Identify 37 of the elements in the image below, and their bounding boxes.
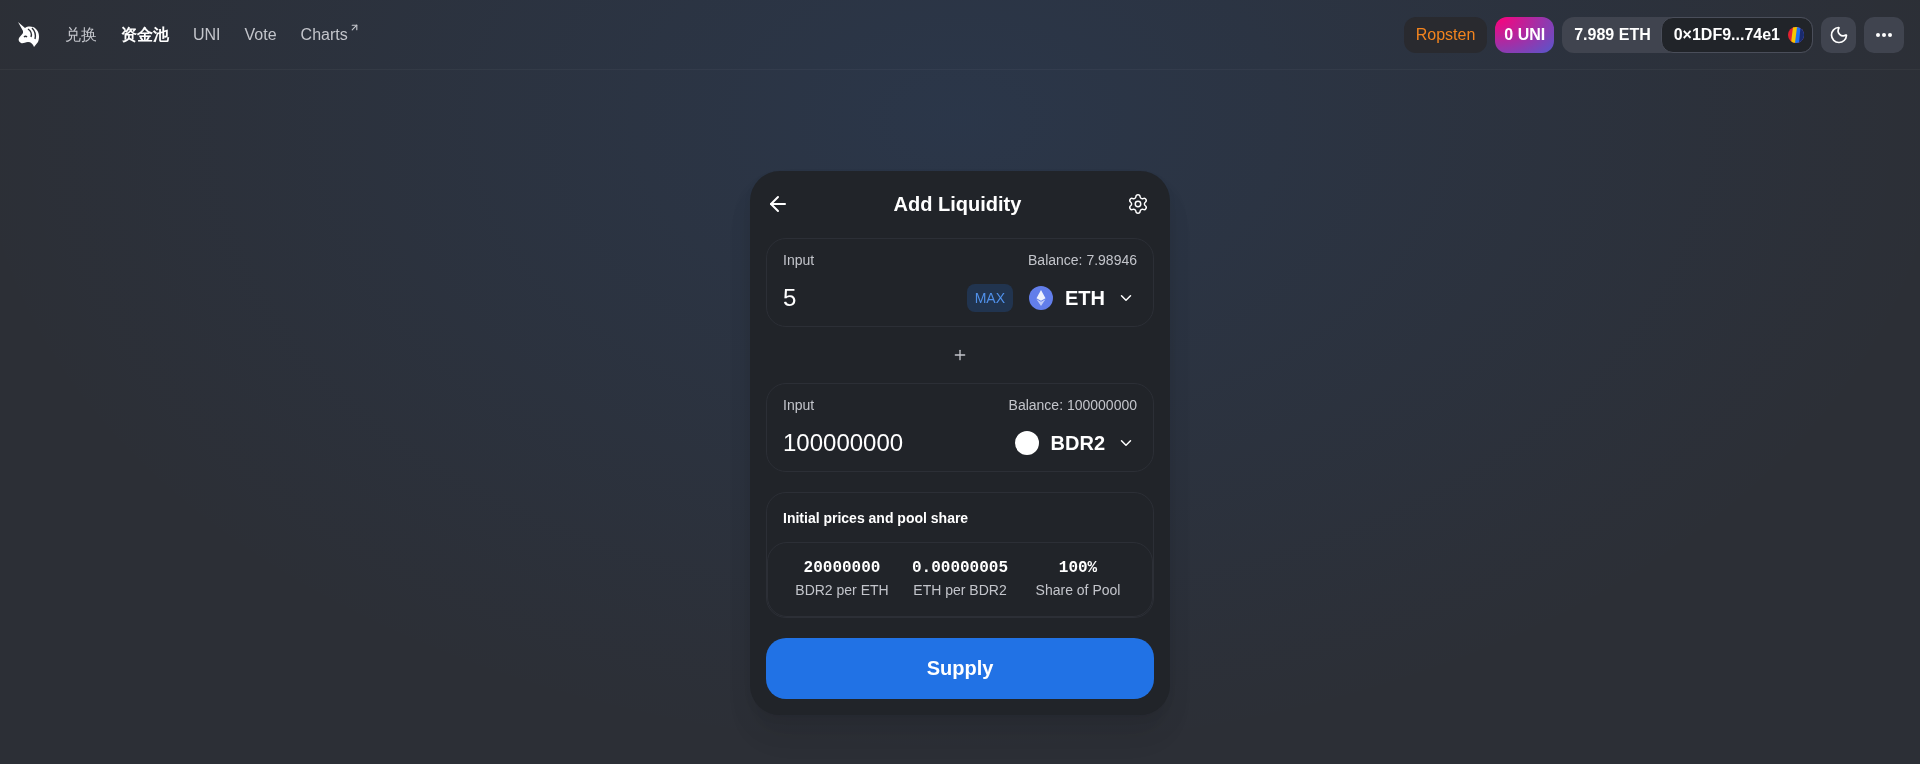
moon-icon: [1828, 24, 1849, 45]
balance-text: Balance: 7.98946: [1028, 251, 1137, 270]
plus-icon: [952, 347, 968, 363]
pool-share-title: Initial prices and pool share: [782, 509, 970, 528]
amount-input[interactable]: 5: [783, 282, 967, 314]
unicorn-logo[interactable]: [16, 21, 41, 48]
stat-label: ETH per BDR2: [913, 581, 1007, 600]
stat-value: 0.00000005: [912, 558, 1008, 578]
token-select-button[interactable]: ETH: [1029, 286, 1135, 310]
nav-link[interactable]: 资金池: [121, 23, 169, 46]
token-select-button[interactable]: BDR2: [1014, 431, 1135, 455]
input-label: Input: [783, 396, 815, 415]
stat-value: 20000000: [803, 558, 881, 578]
eth-balance-text: 7.989 ETH: [1573, 25, 1652, 44]
nav-link[interactable]: UNI: [193, 23, 221, 46]
stat-label: BDR2 per ETH: [795, 581, 889, 600]
nav-link[interactable]: Charts: [300, 23, 360, 46]
input-label: Input: [783, 251, 815, 270]
more-icon: [1876, 32, 1892, 37]
striped-avatar-icon: [1788, 26, 1804, 43]
amount-input[interactable]: 100000000: [783, 427, 1015, 459]
wallet-address-button[interactable]: 0×1DF9...74e1: [1660, 16, 1813, 53]
settings-icon[interactable]: [1127, 193, 1149, 215]
theme-toggle-button[interactable]: [1821, 16, 1856, 53]
diamond-coin-icon: [1029, 286, 1053, 310]
max-button[interactable]: MAX: [966, 284, 1013, 312]
card-title: Add Liquidity: [893, 192, 1022, 217]
nav-link[interactable]: 兑换: [65, 23, 97, 46]
uni-balance-button[interactable]: 0 UNI: [1495, 16, 1555, 53]
network-badge: Ropsten: [1403, 16, 1488, 53]
balance-text: Balance: 100000000: [1008, 396, 1137, 415]
nav-link[interactable]: Vote: [244, 23, 277, 46]
stat-value: 100%: [1058, 558, 1098, 578]
stat-label: Share of Pool: [1035, 581, 1121, 600]
token-circle-icon: [1014, 431, 1039, 455]
supply-button[interactable]: Supply: [766, 638, 1154, 699]
more-button[interactable]: [1864, 16, 1904, 53]
